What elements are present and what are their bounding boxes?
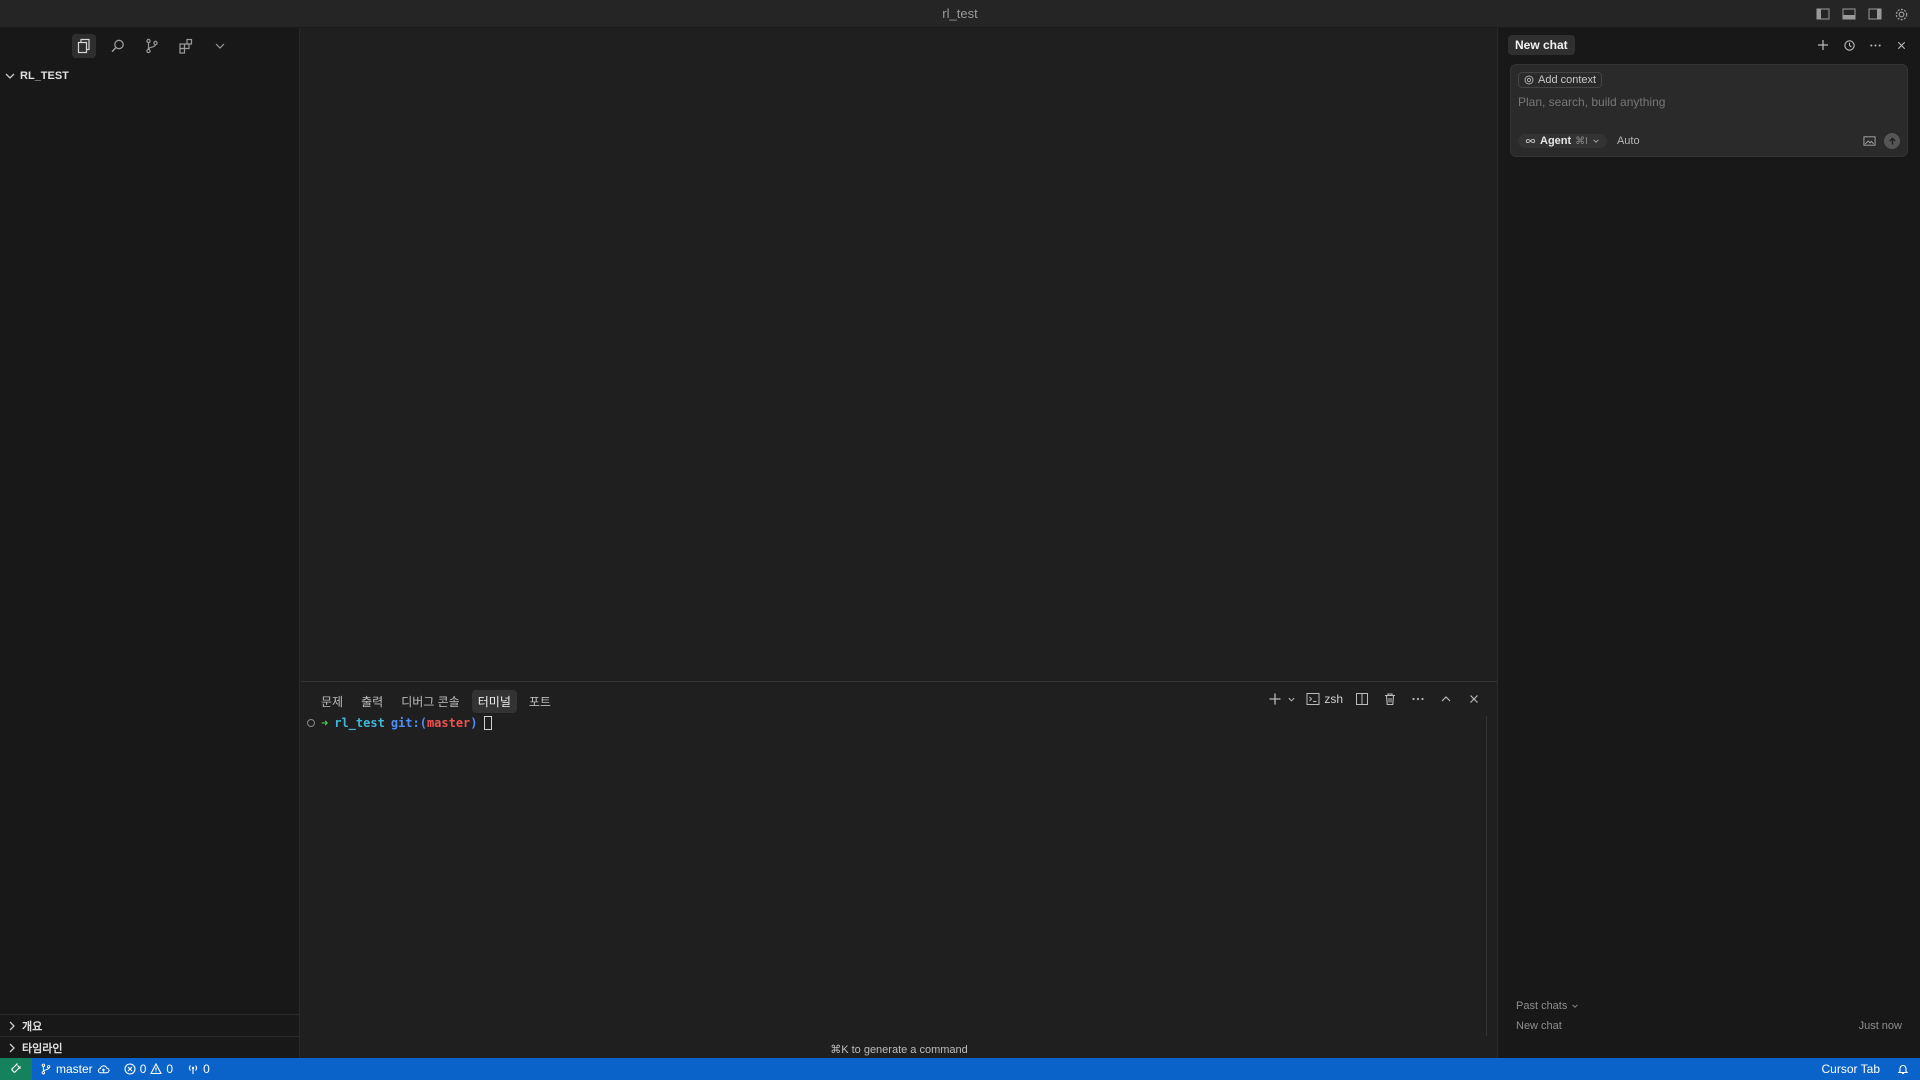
close-panel-icon[interactable] xyxy=(1465,690,1483,708)
activity-bar xyxy=(72,34,232,58)
at-sign-icon xyxy=(1524,75,1534,85)
bottom-panel: 문제 출력 디버그 콘솔 터미널 포트 zsh ➜ rl_test git:(… xyxy=(301,681,1497,1058)
remote-indicator[interactable] xyxy=(0,1058,32,1080)
search-icon[interactable] xyxy=(106,34,130,58)
terminal-scrollbar[interactable] xyxy=(1486,716,1487,1036)
split-terminal-icon[interactable] xyxy=(1353,690,1371,708)
more-actions-icon[interactable] xyxy=(1409,690,1427,708)
ports-count: 0 xyxy=(203,1062,210,1076)
tab-ports[interactable]: 포트 xyxy=(523,690,557,713)
trash-icon[interactable] xyxy=(1381,690,1399,708)
terminal-output[interactable]: ➜ rl_test git:(master) xyxy=(307,716,492,730)
agent-mode-label: Agent xyxy=(1540,135,1572,147)
extensions-icon[interactable] xyxy=(174,34,198,58)
toggle-secondary-sidebar-icon[interactable] xyxy=(1866,5,1884,23)
shell-name: zsh xyxy=(1324,692,1343,706)
close-icon[interactable] xyxy=(1892,36,1910,54)
past-chat-title: New chat xyxy=(1516,1020,1562,1032)
agent-mode-selector[interactable]: Agent ⌘I xyxy=(1518,134,1607,148)
model-selector[interactable]: Auto xyxy=(1617,135,1640,147)
infinity-icon xyxy=(1525,138,1536,144)
past-chat-time: Just now xyxy=(1858,1020,1902,1032)
warning-count: 0 xyxy=(166,1062,174,1076)
maximize-panel-icon[interactable] xyxy=(1437,690,1455,708)
bell-icon[interactable] xyxy=(1896,1060,1910,1078)
outline-section-label: 개요 xyxy=(22,1020,43,1033)
ports-status[interactable]: 0 xyxy=(187,1062,210,1076)
agent-mode-shortcut: ⌘I xyxy=(1575,135,1588,147)
status-bar: master 0 0 0 Cursor Tab xyxy=(0,1058,1920,1080)
cursor-tab-status[interactable]: Cursor Tab xyxy=(1822,1062,1880,1076)
more-actions-icon[interactable] xyxy=(1866,36,1884,54)
git-branch-status[interactable]: master xyxy=(40,1062,110,1076)
image-icon[interactable] xyxy=(1862,134,1876,148)
terminal-shell-selector[interactable]: zsh xyxy=(1306,692,1343,706)
chat-pane: New chat Add context Plan, search, build… xyxy=(1497,28,1920,1058)
timeline-section-label: 타임라인 xyxy=(22,1042,63,1055)
prompt-directory: rl_test xyxy=(334,716,385,730)
chevron-down-icon xyxy=(1572,1004,1579,1008)
tab-debug-console[interactable]: 디버그 콘솔 xyxy=(395,690,466,713)
title-bar: rl_test xyxy=(0,0,1920,28)
window-title: rl_test xyxy=(942,6,978,21)
prompt-git-branch: master xyxy=(426,716,471,730)
terminal-icon xyxy=(1306,693,1320,705)
toggle-primary-sidebar-icon[interactable] xyxy=(1814,5,1832,23)
prompt-arrow: ➜ xyxy=(321,716,329,730)
add-context-button[interactable]: Add context xyxy=(1518,72,1603,88)
past-chat-item[interactable]: New chat Just now xyxy=(1516,1020,1902,1032)
primary-sidebar: RL_TEST 개요 타임라인 xyxy=(0,28,300,1058)
panel-tabs: 문제 출력 디버그 콘솔 터미널 포트 xyxy=(315,690,557,713)
history-icon[interactable] xyxy=(1840,36,1858,54)
tab-output[interactable]: 출력 xyxy=(355,690,389,713)
new-terminal-icon[interactable] xyxy=(1266,690,1284,708)
panel-actions: zsh xyxy=(1266,690,1483,708)
explorer-folder-header[interactable]: RL_TEST xyxy=(4,66,69,86)
git-branch-icon xyxy=(41,1063,51,1075)
toggle-panel-icon[interactable] xyxy=(1840,5,1858,23)
chevron-right-icon xyxy=(9,1043,15,1052)
new-chat-icon[interactable] xyxy=(1814,36,1832,54)
chevron-down-icon xyxy=(1593,139,1599,143)
problems-status[interactable]: 0 0 xyxy=(124,1062,173,1076)
chevron-down-icon[interactable] xyxy=(1286,690,1296,708)
remote-icon xyxy=(11,1063,21,1073)
add-context-label: Add context xyxy=(1538,74,1597,86)
broadcast-icon xyxy=(188,1065,198,1074)
editor-area[interactable] xyxy=(301,28,1497,681)
outline-section[interactable]: 개요 xyxy=(0,1014,300,1036)
chat-input[interactable] xyxy=(1518,95,1898,109)
chat-tab[interactable]: New chat xyxy=(1508,35,1575,55)
chat-composer: Add context Agent ⌘I Auto xyxy=(1510,64,1908,157)
tab-problems[interactable]: 문제 xyxy=(315,690,349,713)
warning-icon xyxy=(150,1063,163,1075)
explorer-icon[interactable] xyxy=(72,34,96,58)
send-button[interactable] xyxy=(1884,133,1900,149)
chevron-down-icon[interactable] xyxy=(208,34,232,58)
terminal-hint: ⌘K to generate a command xyxy=(830,1044,968,1056)
prompt-git-suffix: ) xyxy=(470,716,478,730)
cloud-sync-icon xyxy=(97,1064,110,1073)
error-count: 0 xyxy=(139,1062,147,1076)
chevron-right-icon xyxy=(9,1021,15,1030)
timeline-section[interactable]: 타임라인 xyxy=(0,1036,300,1058)
explorer-folder-name: RL_TEST xyxy=(20,70,69,82)
arrow-up-icon xyxy=(1888,136,1896,145)
prompt-git-prefix: git:( xyxy=(390,716,427,730)
past-chats-label: Past chats xyxy=(1516,1000,1568,1012)
past-chats-toggle[interactable]: Past chats xyxy=(1516,1000,1579,1012)
settings-gear-icon[interactable] xyxy=(1892,5,1910,23)
terminal-status-dot xyxy=(307,719,315,727)
tab-terminal[interactable]: 터미널 xyxy=(471,690,517,713)
git-branch-name: master xyxy=(56,1062,93,1076)
error-icon xyxy=(124,1063,136,1075)
source-control-icon[interactable] xyxy=(140,34,164,58)
chevron-down-icon xyxy=(5,73,15,79)
terminal-cursor xyxy=(483,716,492,730)
chat-header: New chat xyxy=(1508,34,1910,56)
